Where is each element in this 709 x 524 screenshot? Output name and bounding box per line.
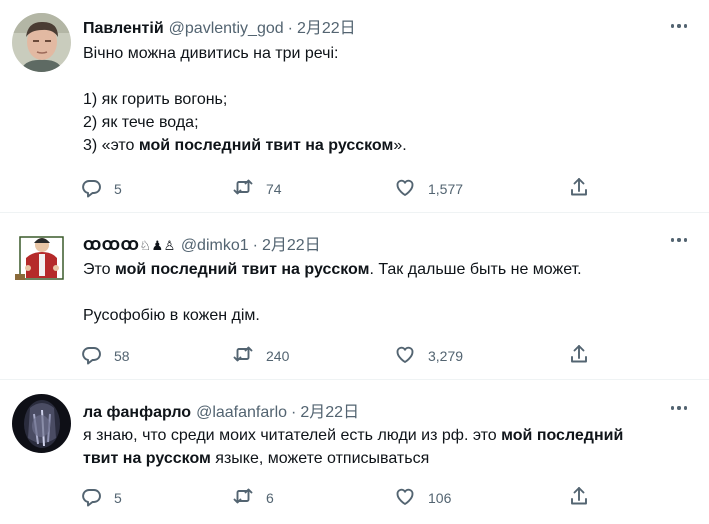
text-segment: 1) як горить вогонь; (83, 91, 228, 108)
separator-dot: · (287, 20, 293, 37)
tweet-actions: 5 74 1,577 (80, 176, 600, 198)
reply-icon (80, 485, 102, 510)
tweet-line: Это мой последний твит на русском. Так д… (83, 258, 693, 281)
tweet-header: ла фанфарло @laafanfarlo · 2月22日 (83, 398, 359, 422)
like-button[interactable]: 106 (394, 485, 451, 510)
tweet-header: Павлентій @pavlentiy_god · 2月22日 (83, 14, 356, 38)
separator-dot: · (252, 237, 258, 254)
tweet-date[interactable]: 2月22日 (297, 14, 356, 38)
display-name[interactable]: ꝎꝎꝎ♘♟♙ (83, 238, 176, 254)
retweet-count: 74 (266, 180, 282, 197)
like-count: 1,577 (428, 180, 464, 197)
text-segment: я знаю, что среди моих читателей есть лю… (83, 427, 502, 444)
separator-dot: · (291, 404, 297, 421)
reply-icon (80, 343, 102, 368)
avatar[interactable] (12, 228, 71, 287)
tweet-line: 3) «это мой последний твит на русском». (83, 134, 693, 157)
tweet-actions: 5 6 106 (80, 485, 600, 507)
share-icon (568, 343, 590, 368)
tweet-date[interactable]: 2月22日 (262, 231, 321, 255)
retweet-button[interactable]: 240 (232, 343, 289, 368)
share-icon (568, 176, 590, 201)
tweet-line: я знаю, что среди моих читателей есть лю… (83, 424, 693, 447)
tweet-actions: 58 240 3,279 (80, 343, 600, 365)
bold-text-segment: мой последний твит на русском (138, 137, 394, 154)
tweet-line: 2) як тече вода; (83, 111, 693, 134)
tweet-line: Русофобію в кожен дім. (83, 304, 693, 327)
display-name[interactable]: Павлентій (83, 20, 164, 38)
text-segment: 3) «это (83, 137, 139, 154)
more-icon[interactable] (667, 398, 691, 418)
retweet-button[interactable]: 74 (232, 176, 282, 201)
like-button[interactable]: 1,577 (394, 176, 463, 201)
share-button[interactable] (568, 485, 590, 510)
tweet-text: Вічно можна дивитись на три речі: 1) як г… (83, 42, 693, 157)
bold-text-segment: твит на русском (83, 450, 211, 467)
display-name[interactable]: ла фанфарло (83, 404, 191, 422)
text-segment: . Так дальше быть не может. (369, 261, 582, 278)
share-icon (568, 485, 590, 510)
user-handle[interactable]: @pavlentiy_god (169, 20, 284, 38)
reply-count: 58 (114, 347, 130, 364)
share-button[interactable] (568, 343, 590, 368)
text-segment: Это (83, 261, 115, 278)
avatar[interactable] (12, 13, 71, 72)
retweet-icon (232, 485, 254, 510)
like-icon (394, 176, 416, 201)
retweet-button[interactable]: 6 (232, 485, 274, 510)
tweet-line: 1) як горить вогонь; (83, 88, 693, 111)
retweet-icon (232, 176, 254, 201)
user-handle[interactable]: @dimko1 (181, 237, 249, 255)
tweet-date[interactable]: 2月22日 (300, 398, 359, 422)
like-count: 106 (428, 489, 452, 506)
user-handle[interactable]: @laafanfarlo (196, 404, 287, 422)
text-segment: языке, можете отписываться (210, 450, 430, 467)
retweet-count: 240 (266, 347, 290, 364)
reply-button[interactable]: 5 (80, 485, 122, 510)
tweet-2[interactable]: ꝎꝎꝎ♘♟♙ @dimko1 · 2月22日 Это мой последний… (0, 213, 709, 380)
reply-icon (80, 176, 102, 201)
more-icon[interactable] (667, 230, 691, 250)
reply-button[interactable]: 58 (80, 343, 130, 368)
tweet-3[interactable]: ла фанфарло @laafanfarlo · 2月22日 я знаю,… (0, 380, 709, 524)
like-icon (394, 485, 416, 510)
share-button[interactable] (568, 176, 590, 201)
tweet-line: Вічно можна дивитись на три речі: (83, 42, 693, 65)
avatar[interactable] (12, 394, 71, 453)
retweet-icon (232, 343, 254, 368)
tweet-header: ꝎꝎꝎ♘♟♙ @dimko1 · 2月22日 (83, 231, 321, 255)
tweet-text: Это мой последний твит на русском. Так д… (83, 258, 693, 327)
like-button[interactable]: 3,279 (394, 343, 463, 368)
like-count: 3,279 (428, 347, 464, 364)
text-segment: ». (393, 137, 407, 154)
reply-count: 5 (114, 489, 122, 506)
more-icon[interactable] (667, 16, 691, 36)
reply-count: 5 (114, 180, 122, 197)
reply-button[interactable]: 5 (80, 176, 122, 201)
bold-text-segment: мой последний твит на русском (115, 261, 370, 278)
tweet-1[interactable]: Павлентій @pavlentiy_god · 2月22日 Вічно м… (0, 0, 709, 213)
text-segment: 2) як тече вода; (83, 114, 199, 131)
text-segment: Вічно можна дивитись на три речі: (83, 45, 339, 62)
tweet-text: я знаю, что среди моих читателей есть лю… (83, 424, 693, 470)
like-icon (394, 343, 416, 368)
retweet-count: 6 (266, 489, 274, 506)
text-segment: Русофобію в кожен дім. (83, 307, 260, 324)
tweet-line: твит на русском языке, можете отписывать… (83, 447, 693, 470)
bold-text-segment: мой последний (501, 427, 624, 444)
